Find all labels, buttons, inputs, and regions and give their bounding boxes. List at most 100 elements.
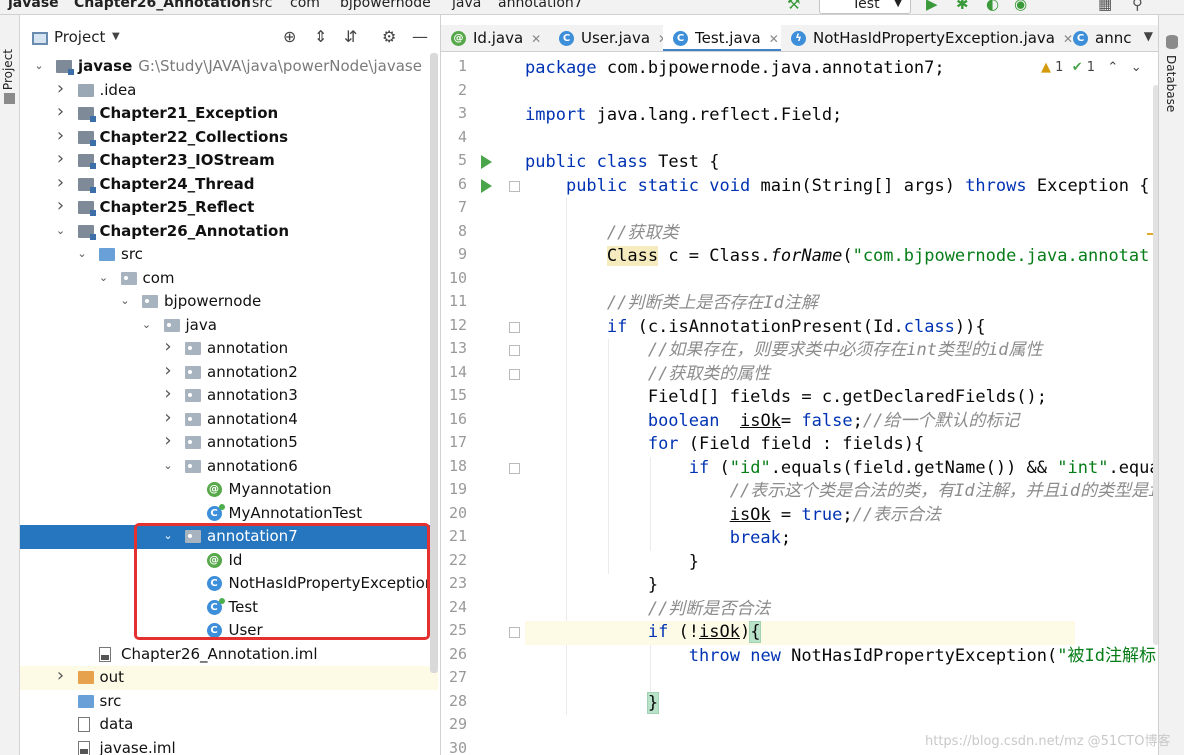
fold-toggle-icon[interactable] <box>509 368 520 380</box>
tree-row[interactable]: Chapter26_Annotation.iml <box>20 643 438 667</box>
chevron-down-icon[interactable]: ⌄ <box>162 459 174 472</box>
tree-row[interactable]: › Chapter25_Reflect <box>20 195 438 220</box>
tree-row[interactable]: C Test <box>20 596 438 620</box>
chevron-right-icon[interactable]: › <box>162 360 174 381</box>
chevron-right-icon[interactable]: › <box>55 172 67 193</box>
code-token: public <box>565 175 628 196</box>
chevron-right-icon[interactable]: › <box>162 430 174 451</box>
tree-row[interactable]: › Chapter22_Collections <box>20 125 438 150</box>
database-tool-button[interactable]: Database <box>1164 55 1178 112</box>
next-highlight-icon[interactable]: ⌄ <box>1131 60 1142 75</box>
search-everywhere-icon[interactable]: ⚲ <box>1132 0 1143 13</box>
fold-toggle-icon[interactable] <box>509 627 520 638</box>
project-view-selector[interactable]: Project <box>54 28 105 46</box>
editor-tab[interactable]: CUser.java✕ <box>549 25 668 51</box>
tree-item-text: MyAnnotationTest <box>228 503 363 522</box>
coverage-icon[interactable]: ◐ <box>986 0 999 13</box>
tree-row[interactable]: C User <box>20 619 438 643</box>
chevron-down-icon[interactable]: ⌄ <box>55 224 67 237</box>
previous-highlight-icon[interactable]: ⌃ <box>1107 60 1118 75</box>
inspection-widget[interactable]: ▲ 1 ✔ 1 ⌃ ⌄ <box>1041 60 1142 75</box>
chevron-right-icon[interactable]: › <box>162 383 174 404</box>
tree-row[interactable]: ⌄ Chapter26_Annotation <box>20 220 438 244</box>
breadcrumb-item[interactable]: src <box>252 0 272 11</box>
tree-row[interactable]: C NotHasIdPropertyException <box>20 572 438 596</box>
chevron-down-icon[interactable]: ⌄ <box>162 529 174 542</box>
tree-row[interactable]: › out <box>20 665 438 690</box>
tree-row[interactable]: › Chapter24_Thread <box>20 172 438 197</box>
chevron-right-icon[interactable]: › <box>55 665 67 686</box>
chevron-down-icon[interactable]: ⌄ <box>98 271 110 284</box>
run-gutter-icon[interactable] <box>481 178 492 193</box>
run-configuration-select[interactable]: Test ▼ <box>819 0 911 14</box>
collapse-all-icon[interactable]: ⇵ <box>344 27 357 46</box>
project-scrollbar[interactable] <box>430 53 438 673</box>
fold-toggle-icon[interactable] <box>509 180 520 192</box>
breadcrumb-item[interactable]: javase <box>8 0 59 11</box>
tree-row[interactable]: › annotation3 <box>20 383 438 408</box>
tree-row[interactable]: src <box>20 690 438 714</box>
chevron-right-icon[interactable]: › <box>55 195 67 216</box>
fold-toggle-icon[interactable] <box>509 345 520 356</box>
editor-tab[interactable]: @ Id.java ✕ <box>441 25 549 51</box>
close-icon[interactable]: ✕ <box>769 32 779 46</box>
breadcrumb-item[interactable]: com <box>290 0 320 11</box>
tree-row[interactable]: ⌄ com <box>20 267 438 291</box>
breadcrumb-item[interactable]: java <box>452 0 481 11</box>
editor-tab[interactable]: C Test.java ✕ <box>663 25 781 51</box>
tree-row[interactable]: @ Id <box>20 549 438 573</box>
gear-icon[interactable]: ⚙ <box>382 27 396 46</box>
tree-row[interactable]: › annotation4 <box>20 407 438 432</box>
tree-row[interactable]: › Chapter23_IOStream <box>20 148 438 173</box>
structure-tool-icon[interactable] <box>4 93 15 104</box>
chevron-right-icon[interactable]: › <box>55 101 67 122</box>
tree-row[interactable]: › annotation5 <box>20 430 438 455</box>
expand-all-icon[interactable]: ⇕ <box>314 27 327 46</box>
chevron-down-icon[interactable]: ⌄ <box>76 247 88 260</box>
chevron-down-icon[interactable]: ⌄ <box>33 59 45 72</box>
build-hammer-icon[interactable]: ⚒ <box>787 0 800 13</box>
tree-row[interactable]: › .idea <box>20 78 438 103</box>
tree-row[interactable]: data <box>20 713 438 737</box>
tree-row[interactable]: ⌄ javase G:\Study\JAVA\java\powerNode\java… <box>20 55 438 79</box>
tree-row[interactable]: ⌄ annotation7 <box>20 525 438 549</box>
breadcrumb-item[interactable]: annotation7 <box>498 0 583 11</box>
debug-icon[interactable]: ✱ <box>956 0 969 13</box>
hide-panel-icon[interactable]: — <box>412 27 428 46</box>
profile-icon[interactable]: ◉ <box>1014 0 1027 13</box>
chevron-right-icon[interactable]: › <box>162 336 174 357</box>
tree-row[interactable]: @ Myannotation <box>20 478 438 502</box>
chevron-right-icon[interactable]: › <box>55 125 67 146</box>
breadcrumb-item[interactable]: bjpowernode <box>340 0 431 11</box>
run-gutter-icon[interactable] <box>481 155 492 169</box>
tree-row[interactable]: › annotation2 <box>20 360 438 385</box>
run-icon[interactable]: ▶ <box>926 0 938 13</box>
editor-tab[interactable]: Cannc <box>1063 25 1153 51</box>
project-tool-button[interactable]: Project <box>1 49 15 90</box>
chevron-right-icon[interactable]: › <box>162 407 174 428</box>
breadcrumb-item[interactable]: Chapter26_Annotation <box>74 0 251 11</box>
chevron-right-icon[interactable]: › <box>55 78 67 99</box>
chevron-down-icon[interactable]: ⌄ <box>119 294 131 307</box>
line-number: 29 <box>448 715 467 733</box>
close-icon[interactable]: ✕ <box>531 32 541 46</box>
tree-item-label: Test <box>229 598 259 616</box>
code-line: //判断是否合法 <box>525 598 770 622</box>
fold-toggle-icon[interactable] <box>509 321 520 333</box>
code-area[interactable]: package com.bjpowernode.java.annotation7… <box>525 53 1159 755</box>
tree-row[interactable]: javase.iml <box>20 737 438 755</box>
tree-row[interactable]: ⌄ annotation6 <box>20 455 438 479</box>
fold-toggle-icon[interactable] <box>509 462 520 474</box>
tree-row[interactable]: ⌄ java <box>20 314 438 338</box>
tree-row[interactable]: › Chapter21_Exception <box>20 101 438 126</box>
tree-row[interactable]: ⌄ src <box>20 243 438 267</box>
tree-row[interactable]: › annotation <box>20 336 438 361</box>
project-structure-icon[interactable]: ▦ <box>1098 0 1112 13</box>
tree-row[interactable]: C MyAnnotationTest <box>20 502 438 526</box>
editor-tab[interactable]: ϟ NotHasIdPropertyException.java ✕ <box>781 25 1073 51</box>
chevron-right-icon[interactable]: › <box>55 148 67 169</box>
locate-file-icon[interactable]: ⊕ <box>283 27 296 46</box>
tree-row[interactable]: ⌄ bjpowernode <box>20 290 438 314</box>
chevron-down-icon[interactable]: ▼ <box>112 31 120 42</box>
chevron-down-icon[interactable]: ⌄ <box>141 318 153 331</box>
